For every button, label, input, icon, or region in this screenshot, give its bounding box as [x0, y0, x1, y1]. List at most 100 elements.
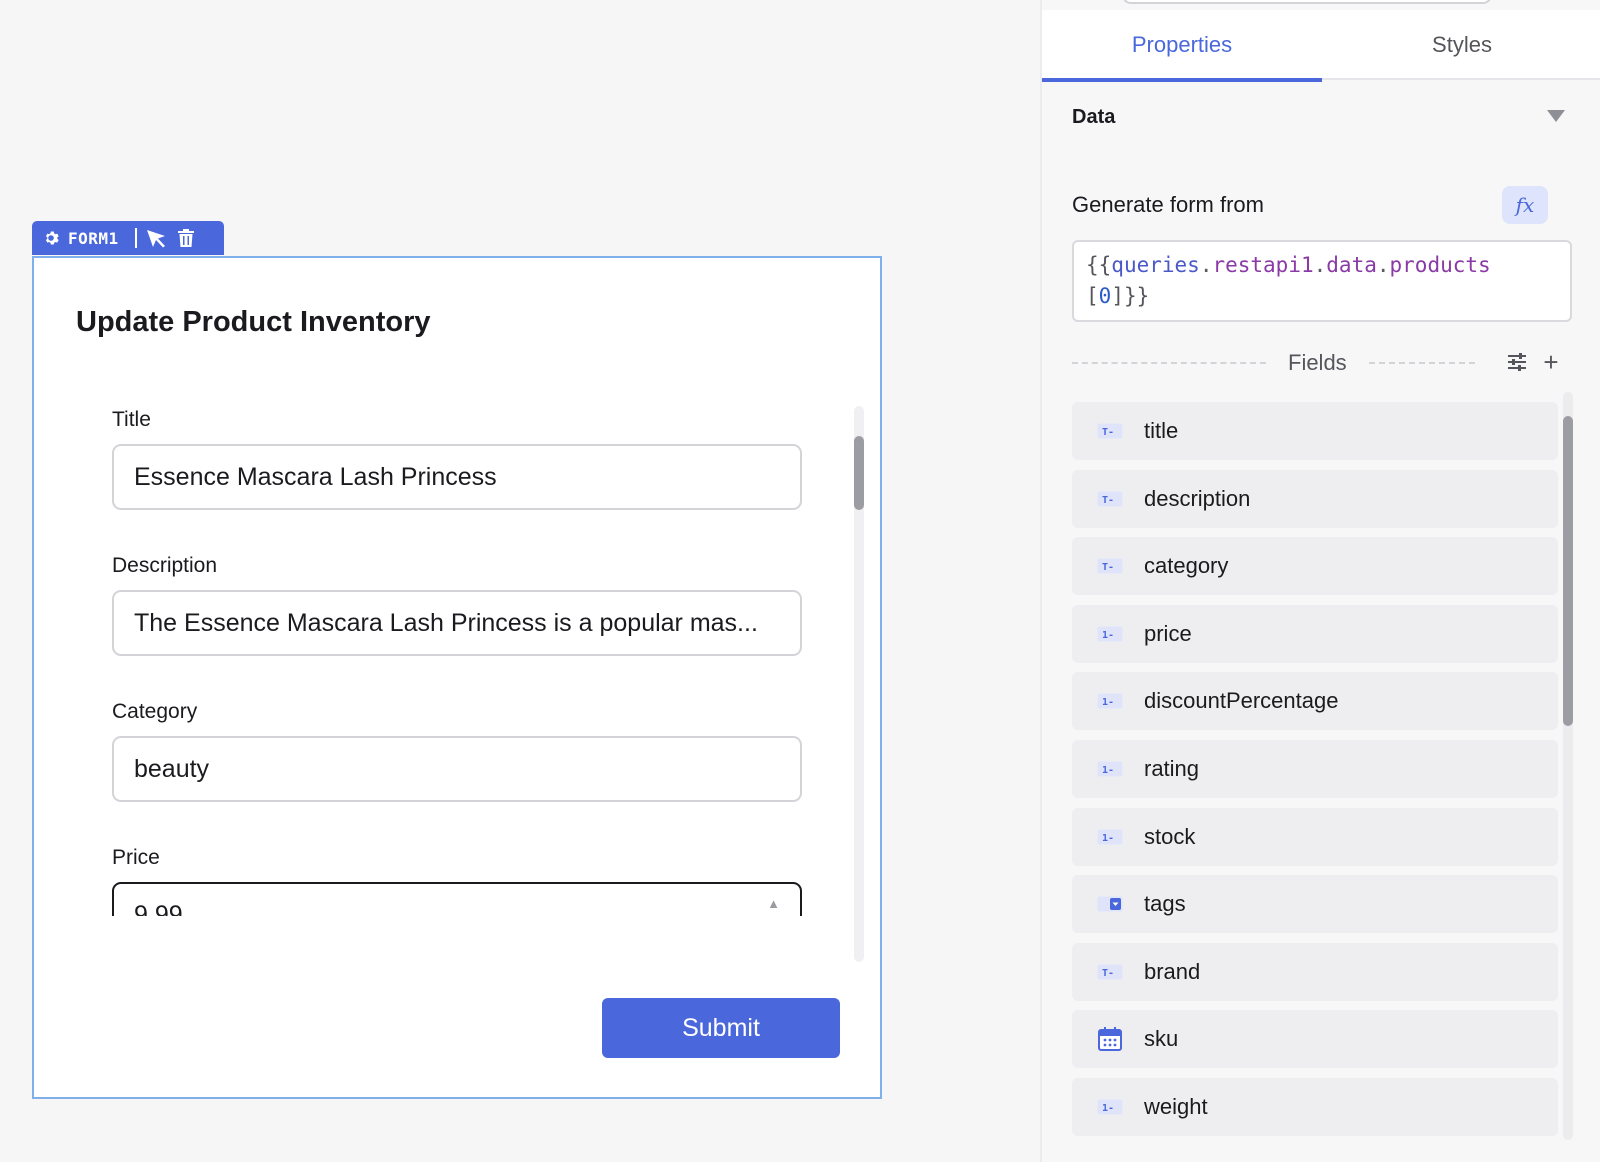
- stepper-up-icon[interactable]: ▲: [767, 897, 780, 910]
- code-dot: .: [1376, 253, 1390, 277]
- category-value: beauty: [134, 754, 210, 783]
- generate-form-code-input[interactable]: {{queries.restapi1.data.products [0]}}: [1072, 240, 1572, 322]
- code-dot: .: [1199, 253, 1213, 277]
- calendar-type-icon: [1096, 1027, 1124, 1052]
- field-item-brand[interactable]: T-brand: [1072, 942, 1558, 1001]
- code-bracket: ]: [1111, 284, 1124, 308]
- description-value: The Essence Mascara Lash Princess is a p…: [134, 608, 758, 637]
- form-widget-tag[interactable]: FORM1: [32, 221, 224, 255]
- number-type-icon: 1-: [1096, 1098, 1124, 1116]
- text-type-icon: T-: [1096, 422, 1124, 440]
- code-line-2: [0]}}: [1086, 281, 1558, 312]
- category-label: Category: [112, 700, 198, 723]
- gear-icon[interactable]: [42, 229, 60, 247]
- field-item-label: sku: [1144, 1026, 1179, 1052]
- svg-text:1-: 1-: [1102, 630, 1114, 641]
- price-label: Price: [112, 846, 160, 869]
- code-identifier: queries: [1111, 253, 1200, 277]
- category-field: Category beauty: [112, 700, 802, 802]
- properties-panel: Properties Styles Data Generate form fro…: [1040, 0, 1600, 1162]
- svg-text:1-: 1-: [1102, 765, 1114, 776]
- svg-text:1-: 1-: [1102, 833, 1114, 844]
- form-fields-area: Title Essence Mascara Lash Princess Desc…: [34, 398, 864, 916]
- fields-title: Fields: [1288, 350, 1347, 375]
- field-item-label: tags: [1144, 891, 1186, 917]
- title-input[interactable]: Essence Mascara Lash Princess: [112, 444, 802, 510]
- code-index: 0: [1098, 284, 1112, 308]
- tab-styles[interactable]: Styles: [1322, 10, 1600, 80]
- number-type-icon: 1-: [1096, 828, 1124, 846]
- description-field: Description The Essence Mascara Lash Pri…: [112, 554, 802, 656]
- generate-form-label: Generate form from: [1072, 192, 1264, 217]
- number-type-icon: 1-: [1096, 692, 1124, 710]
- divider: [1368, 362, 1475, 364]
- fx-toggle-button[interactable]: fx: [1502, 186, 1548, 224]
- number-stepper[interactable]: ▲ ▼: [767, 897, 780, 916]
- fields-scrollbar-thumb[interactable]: [1563, 416, 1573, 726]
- title-value: Essence Mascara Lash Princess: [134, 462, 497, 491]
- field-item-price[interactable]: 1- price: [1072, 604, 1558, 663]
- panel-tabs: Properties Styles: [1042, 10, 1600, 82]
- svg-text:T-: T-: [1102, 562, 1114, 573]
- field-item-description[interactable]: T-description: [1072, 469, 1558, 528]
- field-item-label: category: [1144, 553, 1229, 579]
- price-field: Price 9.99 ▲ ▼: [112, 846, 802, 916]
- svg-text:T-: T-: [1102, 427, 1114, 438]
- description-label: Description: [112, 554, 218, 577]
- form-widget[interactable]: Update Product Inventory Title Essence M…: [32, 256, 882, 1099]
- fields-header: Fields +: [1072, 347, 1572, 378]
- field-item-rating[interactable]: 1- rating: [1072, 740, 1558, 798]
- field-item-label: weight: [1144, 1094, 1208, 1119]
- data-section-title[interactable]: Data: [1072, 106, 1115, 129]
- code-property: products: [1389, 253, 1491, 277]
- text-type-icon: T-: [1096, 490, 1124, 508]
- text-type-icon: T-: [1096, 963, 1124, 981]
- cursor-select-icon[interactable]: [145, 227, 167, 249]
- form-title: Update Product Inventory: [76, 306, 431, 338]
- title-label: Title: [112, 408, 151, 431]
- caret-down-icon[interactable]: [1547, 110, 1565, 122]
- field-item-label: price: [1144, 620, 1192, 646]
- price-value: 9.99: [134, 900, 183, 917]
- description-input[interactable]: The Essence Mascara Lash Princess is a p…: [112, 590, 802, 656]
- tag-divider: [134, 228, 137, 248]
- form-scrollbar-thumb[interactable]: [854, 436, 864, 510]
- divider: [1072, 362, 1266, 364]
- field-item-label: description: [1144, 485, 1251, 511]
- field-item-tags[interactable]: tags: [1072, 875, 1558, 934]
- field-item-label: title: [1144, 418, 1179, 443]
- title-field: Title Essence Mascara Lash Princess: [112, 408, 802, 510]
- field-item-label: stock: [1144, 823, 1196, 849]
- submit-button[interactable]: Submit: [602, 998, 840, 1058]
- code-close-brace: }}: [1123, 284, 1150, 308]
- code-bracket: [: [1086, 284, 1099, 308]
- svg-text:T-: T-: [1102, 495, 1114, 506]
- code-property: restapi1: [1212, 253, 1314, 277]
- form-widget-name: FORM1: [68, 228, 119, 248]
- field-item-weight[interactable]: 1- weight: [1072, 1078, 1558, 1136]
- field-item-title[interactable]: T-title: [1072, 402, 1558, 460]
- field-item-label: rating: [1144, 756, 1200, 781]
- price-input[interactable]: 9.99 ▲ ▼: [112, 882, 802, 916]
- svg-text:1-: 1-: [1102, 1103, 1114, 1114]
- code-line-1: {{queries.restapi1.data.products: [1086, 250, 1558, 281]
- code-dot: .: [1313, 253, 1327, 277]
- field-item-stock[interactable]: 1- stock: [1072, 807, 1558, 866]
- number-type-icon: 1-: [1096, 760, 1124, 778]
- number-type-icon: 1-: [1096, 625, 1124, 643]
- category-input[interactable]: beauty: [112, 736, 802, 802]
- tab-properties[interactable]: Properties: [1042, 10, 1322, 82]
- code-property: data: [1326, 253, 1377, 277]
- trash-icon[interactable]: [175, 227, 197, 249]
- field-item-label: brand: [1144, 958, 1201, 984]
- svg-text:T-: T-: [1102, 968, 1114, 979]
- code-open-brace: {{: [1086, 253, 1112, 277]
- widget-search-pill[interactable]: [1122, 0, 1492, 4]
- field-item-label: discountPercentage: [1144, 688, 1339, 714]
- svg-text:1-: 1-: [1102, 697, 1114, 708]
- add-field-icon[interactable]: +: [1538, 347, 1564, 377]
- sliders-icon[interactable]: [1504, 348, 1530, 376]
- field-item-sku[interactable]: sku: [1072, 1010, 1558, 1069]
- field-item-category[interactable]: T-category: [1072, 537, 1558, 596]
- field-item-discountPercentage[interactable]: 1- discountPercentage: [1072, 672, 1558, 731]
